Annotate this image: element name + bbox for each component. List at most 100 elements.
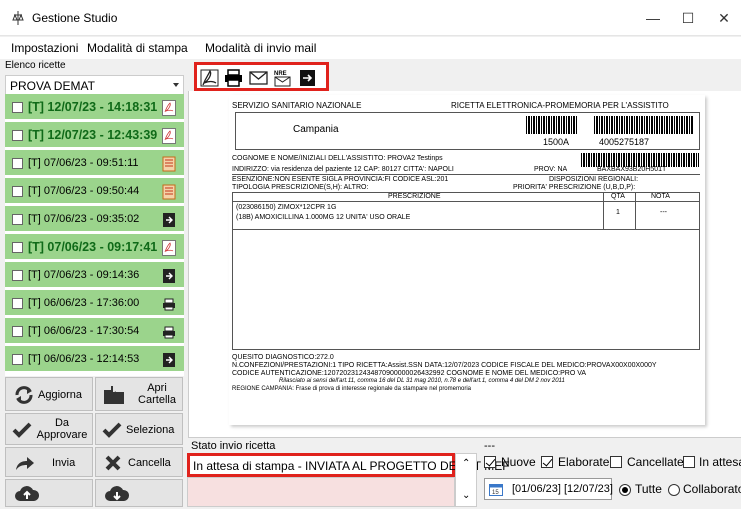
collaboratore-radio[interactable] (668, 484, 680, 496)
date-range-label: [01/06/23] [12/07/23] (512, 483, 613, 495)
menu-impostazioni[interactable]: Impostazioni (11, 41, 78, 55)
select-label: Seleziona (126, 424, 175, 436)
item-label: [T] 07/06/23 - 09:50:44 (28, 185, 140, 197)
chevron-up-icon[interactable]: ⌃ (462, 458, 470, 469)
list-item[interactable]: [T] 07/06/23 - 09:50:44 (5, 178, 184, 206)
minimize-button[interactable]: — (642, 8, 664, 28)
fiscal-code: BAXBAX93B20H501T (597, 166, 667, 173)
col-qta: QTA (611, 193, 625, 200)
priority-line: PRIORITA' PRESCRIZIONE (U,B,D,P): (513, 184, 636, 191)
in-attesa-checkbox[interactable] (683, 456, 695, 468)
send-button[interactable]: Invia (5, 447, 93, 477)
printer-icon[interactable] (224, 69, 243, 87)
status-scrollbar[interactable]: ⌃ ⌄ (455, 453, 477, 507)
item-checkbox[interactable] (12, 270, 23, 281)
menu-modalita-invio-mail[interactable]: Modalità di invio mail (205, 41, 316, 55)
export-icon[interactable] (298, 69, 317, 87)
to-approve-button[interactable]: Da Approvare (5, 413, 93, 445)
item-checkbox[interactable] (12, 242, 23, 253)
fiscal-barcode (581, 153, 699, 167)
svg-text:NRE: NRE (274, 71, 287, 77)
item-checkbox[interactable] (12, 186, 23, 197)
printer-icon (163, 298, 175, 311)
prescription-preview: SERVIZIO SANITARIO NAZIONALE RICETTA ELE… (188, 91, 741, 438)
col-prescrizione: PRESCRIZIONE (388, 193, 441, 200)
calendar-icon: 15 (489, 484, 503, 496)
list-item[interactable]: [T] 07/06/23 - 09:51:11 (5, 150, 184, 178)
item-checkbox[interactable] (12, 298, 23, 309)
date-range-button[interactable]: 15 [01/06/23] [12/07/23] (484, 478, 613, 500)
code-number: 4005275187 (599, 137, 650, 147)
open-folder-button[interactable]: Apri Cartella (95, 377, 183, 411)
drug-line-2: (18B) AMOXICILLINA 1.000MG 12 UNITA' USO… (236, 214, 411, 221)
nuove-label: Nuove (501, 455, 536, 469)
status-field: In attesa di stampa - INVIATA AL PROGETT… (187, 453, 510, 477)
elaborate-checkbox[interactable] (541, 456, 553, 468)
item-label: [T] 06/06/23 - 17:30:54 (28, 325, 140, 337)
send-label: Invia (52, 457, 76, 469)
quesito-line: QUESITO DIAGNOSTICO:272.0 (232, 354, 334, 361)
cancellate-label: Cancellate (627, 455, 684, 469)
cancellate-checkbox[interactable] (610, 456, 622, 468)
open-folder-label: Apri Cartella (138, 382, 176, 406)
item-checkbox[interactable] (12, 326, 23, 337)
folder-icon (104, 386, 124, 404)
pdf-icon[interactable] (200, 69, 219, 87)
delete-label: Cancella (128, 457, 171, 469)
archive-combo[interactable]: PROVA DEMAT (5, 75, 184, 95)
list-item[interactable]: [T] 12/07/23 - 12:43:39 (5, 122, 184, 150)
refresh-label: Aggiorna (38, 389, 83, 401)
maximize-button[interactable]: ☐ (677, 8, 699, 28)
menu-modalita-stampa[interactable]: Modalità di stampa (87, 41, 188, 55)
chevron-down-icon[interactable]: ⌄ (462, 490, 470, 501)
mail-icon[interactable] (249, 69, 268, 87)
refresh-icon (15, 386, 33, 404)
footer-line-2: CODICE AUTENTICAZIONE:120720231243487090… (232, 370, 587, 377)
item-label: [T] 06/06/23 - 17:36:00 (28, 297, 140, 309)
region-name: Campania (293, 124, 339, 135)
pdf-icon (162, 240, 176, 256)
nuove-checkbox[interactable] (484, 456, 496, 468)
item-label: [T] 06/06/23 - 12:14:53 (28, 353, 140, 365)
refresh-button[interactable]: Aggiorna (5, 377, 93, 411)
divider (232, 174, 700, 175)
combo-value: PROVA DEMAT (10, 79, 95, 93)
status-details (187, 477, 455, 507)
item-checkbox[interactable] (12, 102, 23, 113)
list-item[interactable]: [T] 07/06/23 - 09:35:02 (5, 206, 184, 234)
tutte-radio[interactable] (619, 484, 631, 496)
item-checkbox[interactable] (12, 158, 23, 169)
status-label: Stato invio ricetta (191, 440, 276, 452)
export-icon (163, 269, 175, 283)
window-title: Gestione Studio (32, 11, 118, 25)
list-item[interactable]: [T] 12/07/23 - 14:18:31 (5, 94, 184, 122)
svg-text:15: 15 (492, 490, 499, 496)
list-item[interactable]: [T] 06/06/23 - 12:14:53 (5, 346, 184, 374)
x-icon (105, 455, 121, 471)
barcode (594, 116, 694, 134)
cloud-upload-icon (15, 486, 40, 501)
drug-line-1: (023086150) ZIMOX*12CPR 1G (236, 204, 337, 211)
item-checkbox[interactable] (12, 130, 23, 141)
ssn-header: SERVIZIO SANITARIO NAZIONALE (232, 101, 362, 110)
list-item[interactable]: [T] 06/06/23 - 17:30:54 (5, 318, 184, 346)
list-item[interactable]: [T] 07/06/23 - 09:14:36 (5, 262, 184, 290)
nre-mail-icon[interactable]: NRE (273, 69, 292, 87)
document-icon (162, 184, 176, 200)
upload-cloud-button[interactable] (5, 479, 93, 507)
delete-button[interactable]: Cancella (95, 447, 183, 477)
item-checkbox[interactable] (12, 214, 23, 225)
close-button[interactable]: ✕ (713, 8, 735, 28)
pdf-icon (162, 100, 176, 116)
barcode (526, 116, 578, 134)
address-line: INDIRIZZO: via residenza del paziente 12… (232, 166, 454, 173)
header-right: RICETTA ELETTRONICA-PROMEMORIA PER L'ASS… (451, 101, 669, 110)
select-button[interactable]: Seleziona (95, 413, 183, 445)
list-item[interactable]: [T] 07/06/23 - 09:17:41 (5, 234, 184, 262)
footer-line-3: Rilasciato ai sensi dell'art.11, comma 1… (279, 378, 565, 384)
collaboratore-label: Collaboratore (683, 482, 741, 496)
list-item[interactable]: [T] 06/06/23 - 17:36:00 (5, 290, 184, 318)
prescription-table: PRESCRIZIONE QTA NOTA (023086150) ZIMOX*… (232, 192, 700, 350)
item-checkbox[interactable] (12, 354, 23, 365)
download-cloud-button[interactable] (95, 479, 183, 507)
